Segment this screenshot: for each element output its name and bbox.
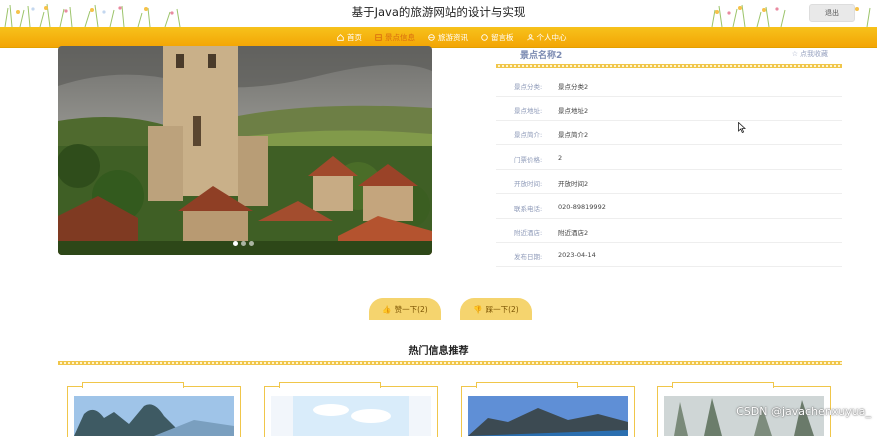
news-icon	[428, 33, 435, 41]
csdn-watermark: CSDN @javachenxuyua_	[736, 405, 871, 418]
card-tab	[476, 382, 578, 388]
nav-label: 留言板	[491, 32, 514, 42]
field-value: 020-89819992	[558, 203, 606, 211]
like-label: 赞一下(2)	[394, 304, 428, 314]
field-label: 发布日期:	[514, 253, 543, 261]
field-label: 景点简介:	[514, 131, 543, 139]
carousel-dot[interactable]	[233, 241, 238, 246]
user-icon	[526, 33, 534, 40]
star-icon: ☆	[791, 50, 798, 58]
header-divider	[496, 64, 842, 68]
logout-button[interactable]: 退出	[809, 4, 855, 22]
top-header: 基于Java的旅游网站的设计与实现 退出	[0, 0, 877, 27]
detail-row: 景点简介: 景点简介2	[496, 120, 842, 145]
mouse-cursor-icon	[738, 122, 746, 133]
hot-section-title: 热门信息推荐	[408, 346, 469, 357]
detail-row: 联系电话: 020-89819992	[496, 194, 842, 219]
field-value: 开放时间2	[558, 180, 589, 188]
hot-card-image	[74, 396, 234, 436]
hot-card[interactable]	[67, 382, 241, 437]
hot-card-image	[468, 396, 628, 436]
field-value: 附近酒店2	[558, 229, 589, 237]
detail-row: 发布日期: 2023-04-14	[496, 242, 842, 267]
scenic-name: 景点名称2	[520, 51, 563, 61]
nav-label: 景点信息	[385, 32, 415, 42]
field-label: 联系电话:	[514, 205, 543, 213]
detail-header: 景点名称2 ☆ 点我收藏	[496, 46, 842, 66]
carousel-dot[interactable]	[249, 241, 254, 246]
carousel-dot[interactable]	[241, 241, 246, 246]
detail-row: 门票价格: 2	[496, 145, 842, 170]
scenic-photo	[58, 46, 432, 255]
nav-item-home[interactable]: 首页	[335, 27, 364, 47]
nav-item-profile[interactable]: 个人中心	[525, 27, 569, 47]
message-icon	[481, 33, 488, 41]
hot-card-image	[271, 396, 431, 436]
field-label: 开放时间:	[514, 180, 543, 188]
hot-divider	[58, 361, 842, 365]
field-label: 景点地址:	[514, 107, 543, 115]
card-tab	[672, 382, 774, 388]
thumbs-up-icon: 👍	[382, 304, 392, 314]
hot-card[interactable]	[264, 382, 438, 437]
field-label: 附近酒店:	[514, 229, 543, 237]
dislike-button[interactable]: 👎 踩一下(2)	[460, 298, 532, 320]
nav-item-news[interactable]: 旅游资讯	[426, 27, 470, 47]
scenic-image-carousel[interactable]	[58, 46, 432, 255]
favorite-button[interactable]: ☆ 点我收藏	[792, 49, 828, 59]
main-nav: 首页 景点信息 旅游资讯 留言板 个人中心	[0, 27, 877, 48]
field-value: 景点简介2	[558, 131, 589, 139]
thumbs-down-icon: 👎	[473, 304, 483, 314]
scenic-icon	[375, 33, 382, 41]
favorite-label: 点我收藏	[800, 50, 828, 58]
nav-item-scenic[interactable]: 景点信息	[373, 27, 417, 47]
field-value: 景点分类2	[558, 83, 589, 91]
detail-row: 景点地址: 景点地址2	[496, 96, 842, 121]
card-tab	[82, 382, 184, 388]
detail-row: 附近酒店: 附近酒店2	[496, 218, 842, 243]
field-label: 门票价格:	[514, 156, 543, 164]
hot-card[interactable]	[461, 382, 635, 437]
card-tab	[279, 382, 381, 388]
home-icon	[337, 33, 344, 41]
detail-row: 景点分类: 景点分类2	[496, 72, 842, 97]
detail-row: 开放时间: 开放时间2	[496, 169, 842, 194]
field-label: 景点分类:	[514, 83, 543, 91]
carousel-pager	[233, 241, 254, 246]
dislike-label: 踩一下(2)	[485, 304, 519, 314]
field-value: 2023-04-14	[558, 251, 596, 259]
field-value: 2	[558, 154, 563, 162]
nav-label: 个人中心	[536, 32, 567, 42]
nav-label: 首页	[347, 32, 362, 42]
like-button[interactable]: 👍 赞一下(2)	[369, 298, 441, 320]
field-value: 景点地址2	[558, 107, 589, 115]
nav-item-message[interactable]: 留言板	[479, 27, 516, 47]
nav-label: 旅游资讯	[438, 32, 468, 42]
